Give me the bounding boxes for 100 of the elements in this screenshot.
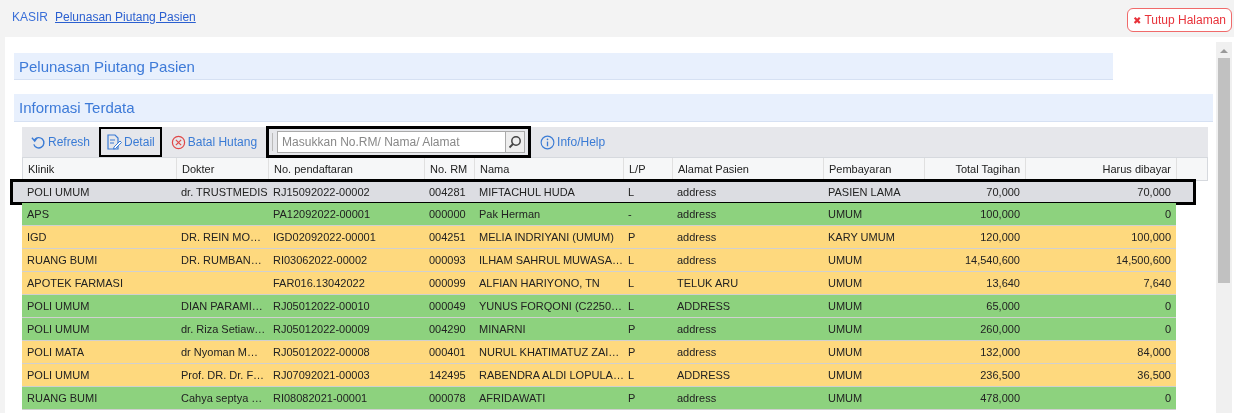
table-cell-text: KARY UMUM bbox=[827, 230, 896, 245]
table-cell-text: 000049 bbox=[428, 299, 467, 314]
table-cell-text: 142495 bbox=[428, 368, 467, 383]
table-cell-text: POLI MATA bbox=[26, 345, 86, 360]
table-row[interactable]: RUANG BUMI DR. RUMBAN… RI03062022-00002 000093 ILHAM SAHRUL MUWASA… L address UMUM 14,540,600 14,500,600 bbox=[22, 249, 1176, 272]
table-cell-text: UMUM bbox=[827, 253, 864, 268]
table-cell-text: dr. Riza Setiaw… bbox=[180, 322, 267, 337]
table-cell-text: IGD bbox=[26, 230, 48, 245]
table-cell-text: ILHAM SAHRUL MUWASA… bbox=[478, 253, 623, 268]
table-cell-text: RUANG BUMI bbox=[26, 391, 99, 406]
close-page-button[interactable]: ✖ Tutup Halaman bbox=[1127, 8, 1232, 32]
table-cell-text: 36,500 bbox=[1136, 368, 1172, 383]
table-cell-text: ADDRESS bbox=[676, 368, 732, 383]
table-cell-text: 004290 bbox=[428, 322, 467, 337]
table-cell-text: address bbox=[676, 322, 718, 337]
table-cell-text: L bbox=[627, 368, 636, 383]
table-cell-text: ADDRESS bbox=[676, 299, 732, 314]
table-cell-text: 004251 bbox=[428, 230, 467, 245]
table-cell-text: 478,000 bbox=[979, 391, 1021, 406]
table-cell-text: 132,000 bbox=[979, 345, 1021, 360]
search-icon[interactable] bbox=[505, 131, 526, 153]
table-cell-text: address bbox=[676, 207, 718, 222]
table-cell-text: 000000 bbox=[428, 207, 467, 222]
search-field[interactable]: Masukkan No.RM/ Nama/ Alamat bbox=[277, 131, 506, 153]
table-cell-text: UMUM bbox=[827, 368, 864, 383]
page-title: Pelunasan Piutang Pasien bbox=[19, 57, 195, 75]
table-cell-text: RJ05012022-00010 bbox=[272, 299, 371, 314]
table-row[interactable]: POLI UMUM DIAN PARAMI… RJ05012022-00010 000049 YUNUS FORQONI (C2250… L ADDRESS UMUM 65,000 0 bbox=[22, 295, 1176, 318]
table-cell-text: FAR016.13042022 bbox=[272, 276, 366, 291]
table-cell-text: P bbox=[627, 345, 637, 360]
table-cell-text: 100,000 bbox=[979, 207, 1021, 222]
table-cell-text: UMUM bbox=[827, 345, 864, 360]
table-cell-text: 000099 bbox=[428, 276, 467, 291]
table-cell-text: address bbox=[676, 253, 718, 268]
table-row[interactable]: POLI UMUM dr. TRUSTMEDIS RJ15092022-00002 004281 MIFTACHUL HUDA L address PASIEN LAMA 70,000 70,000 bbox=[12, 181, 1194, 203]
table-cell-text: 000078 bbox=[428, 391, 467, 406]
table-cell-text: UMUM bbox=[827, 207, 864, 222]
info-icon bbox=[540, 134, 556, 150]
table-cell-text: P bbox=[627, 230, 637, 245]
table-cell-text: address bbox=[676, 345, 718, 360]
table-cell-text: POLI UMUM bbox=[26, 322, 91, 337]
table-cell-text: 0 bbox=[1163, 322, 1172, 337]
table-row[interactable]: POLI MATA dr Nyoman M… RJ05012022-00008 000401 NURUL KHATIMATUZ ZAI… P address UMUM 132,000 84,000 bbox=[22, 341, 1176, 364]
table-cell-text: 0 bbox=[1163, 207, 1172, 222]
scrollbar[interactable] bbox=[1216, 42, 1232, 413]
table-cell-text: 70,000 bbox=[1136, 184, 1172, 200]
table-cell-text: dr. TRUSTMEDIS bbox=[180, 184, 268, 200]
table-cell-text: dr Nyoman M… bbox=[180, 345, 260, 360]
table-cell-text: Prof. DR. Dr. F… bbox=[180, 368, 266, 383]
table-cell-text: L bbox=[627, 299, 636, 314]
table-cell-text: APOTEK FARMASI bbox=[26, 276, 124, 291]
info-button[interactable]: Info/Help bbox=[535, 129, 611, 155]
table-cell-text: 7,640 bbox=[1142, 276, 1172, 291]
table-cell-text: RI08082021-00001 bbox=[272, 391, 369, 406]
table-cell-text: Cahya septya … bbox=[180, 391, 264, 406]
table-cell-text: 14,540,600 bbox=[963, 253, 1021, 268]
table-cell-text: UMUM bbox=[827, 299, 864, 314]
table-row[interactable]: IGD DR. REIN MO… IGD02092022-00001 004251 MELIA INDRIYANI (UMUM) P address KARY UMUM 120,000 100,000 bbox=[22, 226, 1176, 249]
table-row[interactable]: POLI UMUM Prof. DR. Dr. F… RJ07092021-00003 142495 RABENDRA ALDI LOPULA… L ADDRESS UMUM 236,500 36,500 bbox=[22, 364, 1176, 387]
refresh-button[interactable]: Refresh bbox=[26, 129, 96, 155]
table-cell-text: address bbox=[676, 230, 718, 245]
table-cell-text: NURUL KHATIMATUZ ZAI… bbox=[478, 345, 621, 360]
table-cell-text: RI03062022-00002 bbox=[272, 253, 369, 268]
table-cell-text: 120,000 bbox=[979, 230, 1021, 245]
breadcrumb-current[interactable]: Pelunasan Piutang Pasien bbox=[55, 10, 196, 24]
table-cell-text: 260,000 bbox=[979, 322, 1021, 337]
detail-button[interactable]: Detail bbox=[99, 127, 162, 157]
table-cell-text: DR. RUMBAN… bbox=[180, 253, 263, 268]
table-cell-text: POLI UMUM bbox=[26, 299, 91, 314]
cancel-icon bbox=[170, 134, 186, 150]
table-cell-text: RUANG BUMI bbox=[26, 253, 99, 268]
table-cell-text: UMUM bbox=[827, 322, 864, 337]
table-row[interactable]: APS PA12092022-00001 000000 Pak Herman - address UMUM 100,000 0 bbox=[22, 203, 1176, 226]
scrollbar-thumb[interactable] bbox=[1218, 58, 1230, 283]
table-cell-text: RJ05012022-00008 bbox=[272, 345, 371, 360]
table-cell-text: 236,500 bbox=[979, 368, 1021, 383]
table-row[interactable]: POLI UMUM dr. Riza Setiaw… RJ05012022-00009 004290 MINARNI P address UMUM 260,000 0 bbox=[22, 318, 1176, 341]
table-cell-text: AFRIDAWATI bbox=[478, 391, 547, 406]
table-cell-text: 0 bbox=[1163, 299, 1172, 314]
table-cell-text: Pak Herman bbox=[478, 207, 542, 222]
table-cell-text: 000093 bbox=[428, 253, 467, 268]
table-cell-text: 84,000 bbox=[1136, 345, 1172, 360]
table-cell-text: L bbox=[627, 253, 636, 268]
table-cell-text: - bbox=[627, 207, 633, 222]
table-cell-text: RJ05012022-00009 bbox=[272, 322, 371, 337]
table-cell-text: P bbox=[627, 391, 637, 406]
document-edit-icon bbox=[106, 134, 123, 150]
table-cell-text: DR. REIN MO… bbox=[180, 230, 263, 245]
table-row[interactable]: RUANG BUMI Cahya septya … RI08082021-00001 000078 AFRIDAWATI P address UMUM 478,000 0 bbox=[22, 387, 1176, 410]
table-cell-text: POLI UMUM bbox=[26, 368, 91, 383]
cancel-button[interactable]: Batal Hutang bbox=[165, 129, 263, 155]
table-cell-text: PASIEN LAMA bbox=[827, 184, 902, 200]
table-cell-text: 65,000 bbox=[985, 299, 1021, 314]
breadcrumb-root[interactable]: KASIR bbox=[12, 10, 48, 24]
table-cell-text: RJ15092022-00002 bbox=[272, 184, 371, 200]
table-row[interactable]: APOTEK FARMASI FAR016.13042022 000099 ALFIAN HARIYONO, TN L TELUK ARU UMUM 13,640 7,640 bbox=[22, 272, 1176, 295]
table-cell-text: POLI UMUM bbox=[26, 184, 91, 200]
table-cell-text: 70,000 bbox=[985, 184, 1021, 200]
table-cell-text: L bbox=[627, 276, 636, 291]
table-cell-text: APS bbox=[26, 207, 50, 222]
